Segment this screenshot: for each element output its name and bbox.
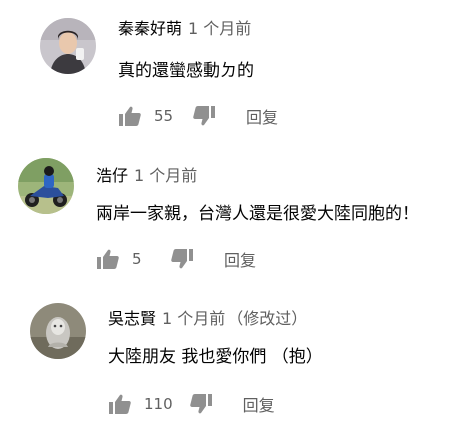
- comment-text: 大陸朋友 我也愛你們 （抱）: [108, 347, 323, 367]
- thumbs-down-icon: [171, 249, 193, 269]
- author-line: 吳志賢 1 个月前 （修改过）: [108, 309, 307, 329]
- author-avatar[interactable]: [40, 18, 96, 74]
- comment-text: 兩岸一家親，台灣人還是很愛大陸同胞的！: [96, 204, 419, 224]
- like-count: 5: [132, 250, 142, 268]
- comment-timestamp[interactable]: 1 个月前: [188, 19, 251, 38]
- reply-button[interactable]: 回复: [224, 247, 256, 271]
- comment-timestamp[interactable]: 1 个月前: [162, 309, 225, 328]
- thumbs-down-icon: [189, 394, 212, 414]
- like-button[interactable]: [96, 247, 120, 271]
- dislike-button[interactable]: [192, 104, 216, 128]
- dislike-button[interactable]: [170, 247, 194, 271]
- edited-label: （修改过）: [227, 309, 308, 328]
- author-avatar[interactable]: [18, 158, 74, 214]
- comment-timestamp[interactable]: 1 个月前: [134, 166, 197, 185]
- like-count: 55: [154, 107, 174, 125]
- comment-actions: 55 回复: [118, 104, 278, 128]
- dislike-button[interactable]: [189, 392, 213, 416]
- comment-actions: 5 回复: [96, 247, 256, 271]
- reply-button[interactable]: 回复: [246, 104, 278, 128]
- author-name[interactable]: 浩仔: [96, 166, 128, 185]
- reply-button[interactable]: 回复: [243, 392, 275, 416]
- person-avatar-icon: [40, 18, 96, 74]
- figure-avatar-icon: [30, 303, 86, 359]
- comment-text: 真的還蠻感動ㄉ的: [118, 61, 254, 81]
- like-count: 110: [144, 395, 173, 413]
- like-button[interactable]: [118, 104, 142, 128]
- author-line: 浩仔 1 个月前: [96, 166, 197, 186]
- thumbs-up-icon: [109, 394, 131, 414]
- thumbs-down-icon: [193, 106, 215, 126]
- comment-actions: 110 回复: [108, 392, 275, 416]
- thumbs-up-icon: [97, 249, 119, 269]
- author-line: 秦秦好萌 1 个月前: [118, 19, 251, 39]
- author-name[interactable]: 秦秦好萌: [118, 19, 182, 38]
- author-avatar[interactable]: [30, 303, 86, 359]
- motorcycle-avatar-icon: [18, 158, 74, 214]
- author-name[interactable]: 吳志賢: [108, 309, 156, 328]
- like-button[interactable]: [108, 392, 132, 416]
- thumbs-up-icon: [119, 106, 141, 126]
